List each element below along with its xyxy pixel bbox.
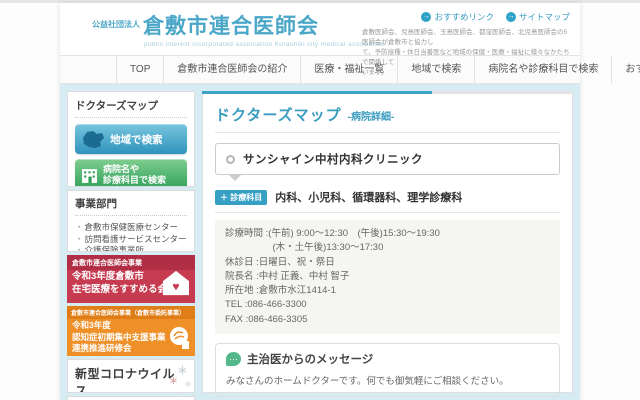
org-description-line: います。 <box>362 69 388 77</box>
doctor-message-header: … 主治医からのメッセージ <box>226 351 549 367</box>
doctor-message-box: … 主治医からのメッセージ みなさんのホームドクターです。何でも御気軽にご相談く… <box>215 342 560 397</box>
search-by-name-label: 病院名や 診療科目で検索 <box>103 163 167 186</box>
recommended-links-link[interactable]: → おすすめリンク <box>421 11 494 23</box>
detail-line-director: 院長名 :中村 正義、中村 智子 <box>225 270 350 282</box>
main-area: ドクターズマップ 地域で検索 病院名や 診療科目で検索 事業部門 ・倉敷市保健医… <box>60 84 580 400</box>
sitemap-link[interactable]: → サイトマップ <box>505 11 570 23</box>
virus-icon: ＊ <box>177 365 188 377</box>
sidebar-link-care-insurance[interactable]: ・介護保険事業所 <box>75 245 187 252</box>
school-urine-test-banner[interactable]: 倉敷市学校検尿 <box>67 396 195 400</box>
search-by-area-button[interactable]: 地域で検索 <box>75 124 187 154</box>
detail-line-hours2: (木・土午後)13:30～17:30 <box>225 242 384 254</box>
arrow-circle-icon: → <box>505 12 516 22</box>
search-by-name-label-line1: 病院名や <box>103 163 140 174</box>
target-circle-icon <box>226 154 235 164</box>
arrow-glyph: → <box>507 13 515 20</box>
business-divisions-box: 事業部門 ・倉敷市保健医療センター ・訪問看護サービスセンター ・介護保険事業所… <box>67 190 195 252</box>
dementia-support-banner[interactable]: 倉敷市連合医師会事業（倉敷市委託事業） 令和3年度 認知症初期集中支援事業 連携… <box>67 306 195 356</box>
sidebar-link-nursing-service[interactable]: ・訪問看護サービスセンター <box>75 234 187 246</box>
nav-item-about[interactable]: 倉敷市連合医師会の紹介 <box>163 56 300 83</box>
clinic-name: サンシャイン中村内科クリニック <box>243 154 423 166</box>
region-map-icon <box>83 130 104 148</box>
org-name-english: public interest incorporated association… <box>144 41 385 48</box>
arrow-glyph: → <box>422 13 430 20</box>
hospital-detail-panel: ドクターズマップ -病院詳細- サンシャイン中村内科クリニック ＋ 診療科目 内科… <box>202 91 573 397</box>
doctors-map-title: ドクターズマップ <box>75 98 187 118</box>
banner-tag: 倉敷市連合医師会事業 <box>67 255 195 270</box>
nav-item-top[interactable]: TOP <box>116 56 163 83</box>
bullet-icon: ・ <box>75 233 84 244</box>
panel-accent-line <box>202 91 573 94</box>
corona-shelter-banner[interactable]: 新型コロナウイルス 避難所設営 提案書 PDF ＊ ＊ ＊ <box>67 359 195 393</box>
detail-line-closed: 休診日 :日曜日、祝・祭日 <box>225 256 335 268</box>
hospital-icon <box>82 168 97 183</box>
banner-tag: 倉敷市連合医師会事業（倉敷市委託事業） <box>67 306 195 319</box>
clinic-info-box: 診療時間 :(午前) 9:00～12:30 (午後)15:30～19:30 (木… <box>215 220 560 334</box>
page-title-row: ドクターズマップ -病院詳細- <box>215 104 560 133</box>
brain-head-icon <box>170 327 189 349</box>
sidebar: ドクターズマップ 地域で検索 病院名や 診療科目で検索 事業部門 ・倉敷市保健医… <box>67 91 195 400</box>
dots-glyph: … <box>229 351 238 362</box>
bullet-icon: ・ <box>75 222 84 232</box>
clinic-box-tail <box>229 175 241 187</box>
sidebar-link-label: 倉敷市保健医療センター <box>84 222 179 232</box>
search-by-name-button[interactable]: 病院名や 診療科目で検索 <box>75 159 187 186</box>
org-description-line: 倉敷医師会、児島医師会、玉島医師会、都窪医師会、北児島医師会の5医師会が倉敷市と… <box>362 29 568 47</box>
speech-bubble-icon: … <box>226 351 241 366</box>
org-description: 倉敷医師会、児島医師会、玉島医師会、都窪医師会、北児島医師会の5医師会が倉敷市と… <box>362 28 570 78</box>
detail-line-address: 所在地 :倉敷市水江1414-1 <box>225 285 336 296</box>
arrow-circle-icon: → <box>421 12 432 22</box>
clinic-name-box: サンシャイン中村内科クリニック <box>215 143 560 175</box>
page-title: ドクターズマップ <box>215 107 342 124</box>
home-medical-banner[interactable]: 倉敷市連合医師会事業 令和3年度倉敷市 在宅医療をすすめる会 ♥ <box>67 255 195 303</box>
org-type-label: 公益社団法人 <box>92 20 140 29</box>
doctor-message-title: 主治医からのメッセージ <box>247 353 374 366</box>
svg-text:♥: ♥ <box>172 279 179 293</box>
org-name-title: 倉敷市連合医師会 <box>143 13 319 38</box>
virus-icon: ＊ <box>168 376 178 386</box>
nav-item-recommended[interactable]: おすすめリンク <box>611 56 640 83</box>
site-header: 公益社団法人 倉敷市連合医師会 public interest incorpora… <box>60 3 580 76</box>
sitemap-label: サイトマップ <box>518 12 570 22</box>
sidebar-link-label: 介護保険事業所 <box>84 245 145 252</box>
search-by-name-label-line2: 診療科目で検索 <box>103 175 167 185</box>
virus-icon: ＊ <box>184 380 192 389</box>
sidebar-link-health-center[interactable]: ・倉敷市保健医療センター <box>75 222 187 234</box>
departments-badge: ＋ 診療科目 <box>215 189 268 205</box>
recommended-links-label: おすすめリンク <box>434 12 494 22</box>
detail-line-hours: 診療時間 :(午前) 9:00～12:30 (午後)15:30～19:30 <box>225 228 440 239</box>
departments-list: 内科、小児科、循環器科、理学診療科 <box>275 192 463 204</box>
header-utility-links: → おすすめリンク → サイトマップ <box>421 11 570 23</box>
site-wrapper: 公益社団法人 倉敷市連合医師会 public interest incorpora… <box>60 3 640 400</box>
detail-line-tel: TEL :086-466-3300 <box>225 299 307 311</box>
page-subtitle: -病院詳細- <box>347 112 395 123</box>
doctors-map-box: ドクターズマップ 地域で検索 病院名や 診療科目で検索 <box>67 91 195 187</box>
business-divisions-title: 事業部門 <box>75 196 187 216</box>
departments-row: ＋ 診療科目 内科、小児科、循環器科、理学診療科 <box>215 189 560 213</box>
detail-line-fax: FAX :086-466-3305 <box>225 313 308 325</box>
search-by-area-label: 地域で検索 <box>110 133 163 146</box>
bullet-icon: ・ <box>75 245 84 252</box>
house-heart-icon: ♥ <box>163 270 189 296</box>
site-logo[interactable]: 公益社団法人 倉敷市連合医師会 public interest incorpora… <box>92 10 385 48</box>
doctor-message-body: みなさんのホームドクターです。何でも御気軽にご相談ください。 <box>226 375 509 387</box>
org-description-line: て、予防接種・休日当番医など地域の保健・医療・福祉に様々なかたちで関係して <box>362 49 570 67</box>
sidebar-link-label: 訪問看護サービスセンター <box>84 233 187 244</box>
